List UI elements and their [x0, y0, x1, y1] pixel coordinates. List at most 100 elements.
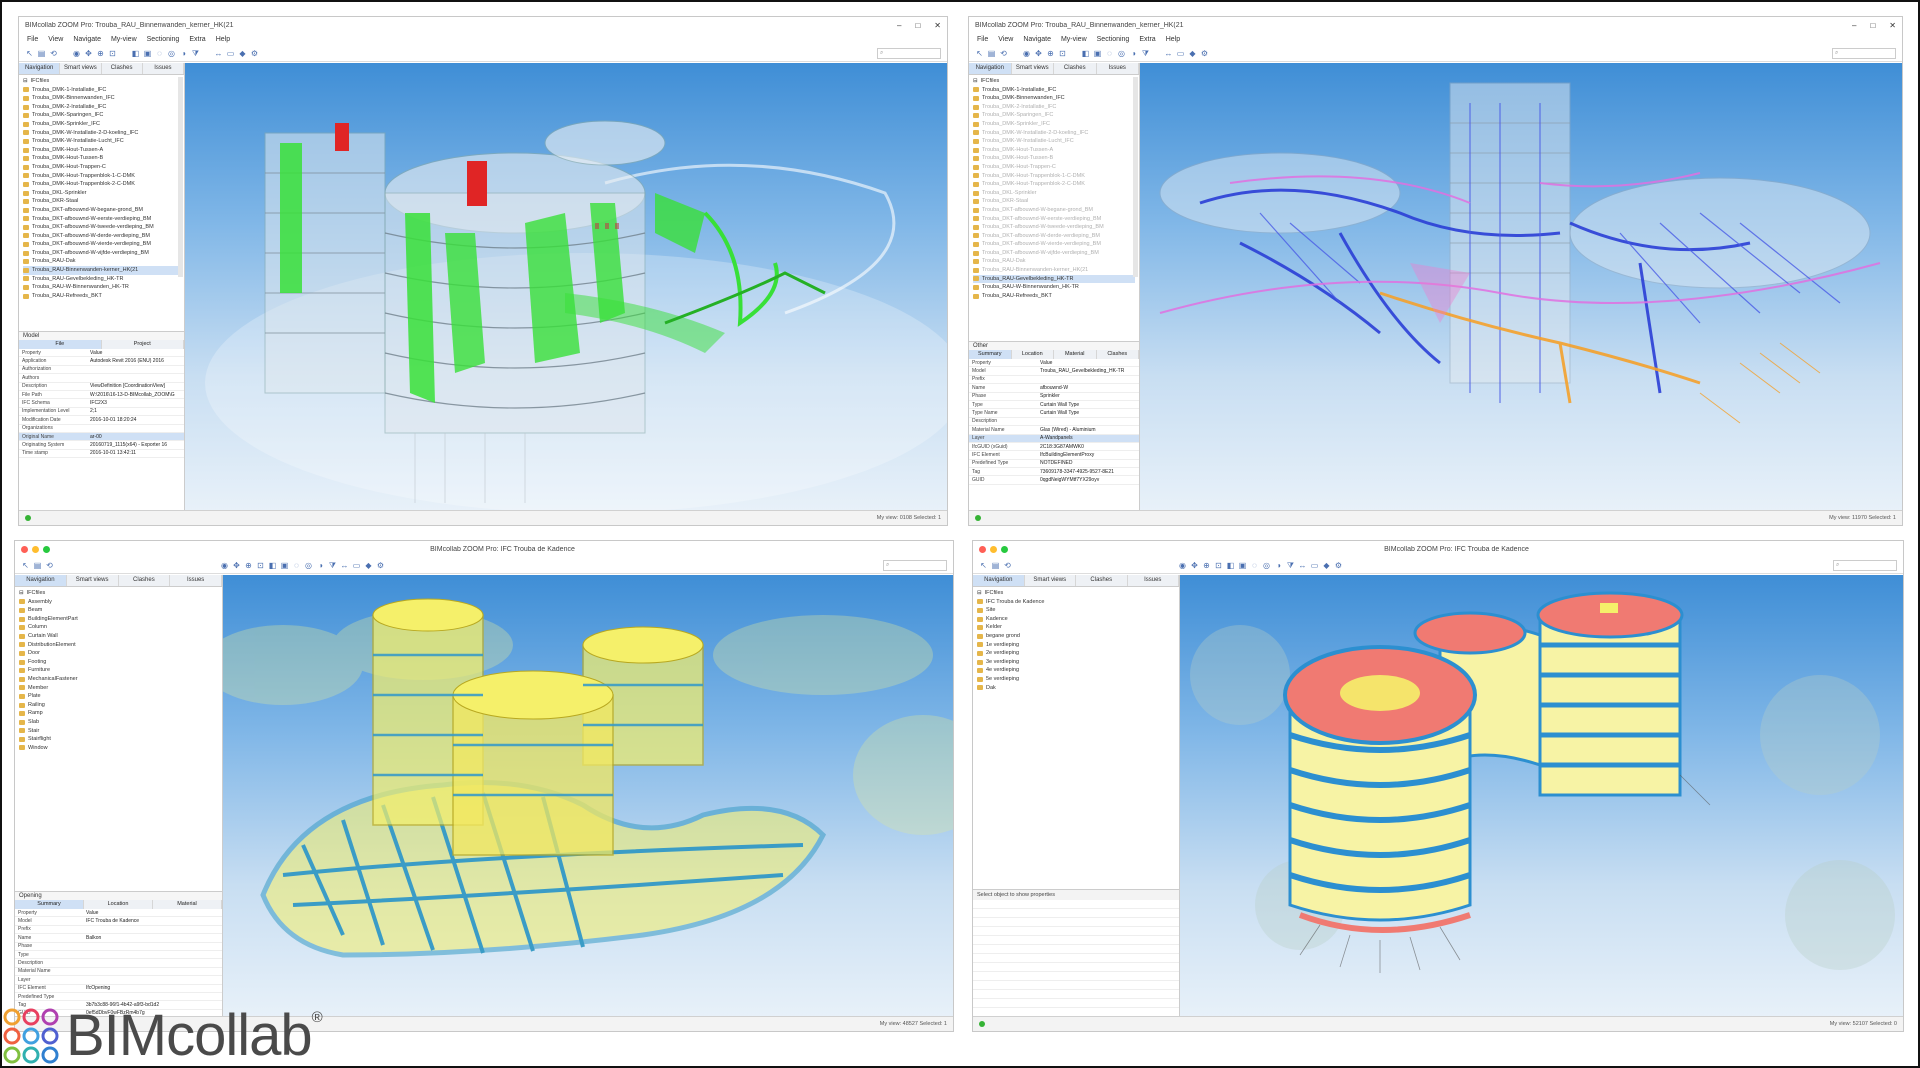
tree-item[interactable]: DistributionElement [19, 641, 218, 650]
tree-item[interactable]: Trouba_DKT-afbouwnd-W-tweede-verdieping_… [23, 223, 180, 232]
render-icon[interactable]: ◆ [1188, 49, 1197, 58]
property-row[interactable]: Organizations [19, 424, 184, 433]
tree-item[interactable]: Trouba_DMK-Hout-Tussen-B [23, 154, 180, 163]
tree-item[interactable]: Dak [977, 684, 1175, 693]
camera-icon[interactable]: ▭ [352, 561, 361, 570]
isolate-icon[interactable]: ◎ [304, 561, 313, 570]
tree-item[interactable]: IFC Trouba de Kadence [977, 598, 1175, 607]
3d-viewport[interactable] [1180, 575, 1903, 1019]
maximize-icon[interactable]: □ [915, 21, 920, 30]
fit-icon[interactable]: ⊡ [108, 49, 117, 58]
tree-item[interactable]: Kelder [977, 623, 1175, 632]
tab-navigation[interactable]: Navigation [973, 575, 1025, 586]
tree-item[interactable]: Trouba_DMK-W-Installatie-Lucht_IFC [23, 137, 180, 146]
property-row[interactable]: Material Name Glas (Wired) - Aluminium [969, 425, 1139, 435]
tree-item[interactable]: Trouba_RAU-Refreeds_BKT [23, 292, 180, 301]
tree-item[interactable]: MechanicalFastener [19, 675, 218, 684]
zoom-icon[interactable]: ⊕ [96, 49, 105, 58]
menu-sectioning[interactable]: Sectioning [1097, 36, 1130, 43]
isolate-icon[interactable]: ◎ [1262, 561, 1271, 570]
open-icon[interactable]: ▤ [991, 561, 1000, 570]
zoom-icon[interactable]: ⊕ [1046, 49, 1055, 58]
3d-viewport[interactable] [223, 575, 953, 1019]
orbit-icon[interactable]: ◉ [1178, 561, 1187, 570]
tree-item[interactable]: Trouba_RAU-Gevelbekleding_HK-TR [973, 274, 1135, 284]
settings-icon[interactable]: ⚙ [376, 561, 385, 570]
property-row[interactable]: Predefined Type NOTDEFINED [969, 459, 1139, 469]
tab-navigation[interactable]: Navigation [15, 575, 67, 586]
property-row[interactable]: IFC Schema IFC2X3 [19, 398, 184, 408]
tree-item[interactable]: begane grond [977, 632, 1175, 641]
tab-navigation[interactable]: Navigation [969, 63, 1012, 74]
tree-item[interactable]: Trouba_RAU-W-Binnenwanden_HK-TR [23, 283, 180, 292]
fit-icon[interactable]: ⊡ [1214, 561, 1223, 570]
tree-item[interactable]: Beam [19, 606, 218, 615]
tree-item[interactable]: Footing [19, 658, 218, 667]
property-row[interactable]: Description [969, 417, 1139, 427]
tree-item[interactable]: Trouba_RAU-Dak [973, 257, 1135, 266]
menu-file[interactable]: File [27, 36, 38, 43]
tree-item[interactable]: Trouba_DMK-W-Installatie-2-D-koeling_IFC [23, 129, 180, 138]
settings-icon[interactable]: ⚙ [1334, 561, 1343, 570]
close-icon[interactable]: ✕ [934, 21, 941, 30]
tab-issues[interactable]: Issues [1127, 575, 1179, 586]
tree-item[interactable]: Trouba_DKT-afbouwnd-W-tweede-verdieping_… [973, 223, 1135, 232]
box-icon[interactable]: ▣ [143, 49, 152, 58]
tree-item[interactable]: Railing [19, 701, 218, 710]
tree-item[interactable]: Trouba_DMK-Hout-Tussen-A [973, 146, 1135, 155]
tab-clashes[interactable]: Clashes [118, 575, 171, 586]
props-tab-file[interactable]: File [19, 340, 102, 349]
section-icon[interactable]: ◧ [131, 49, 140, 58]
filter-icon[interactable]: ⧩ [191, 49, 200, 58]
menu-view[interactable]: View [998, 36, 1013, 43]
tree-item[interactable]: Trouba_RAU-Refreeds_BKT [973, 292, 1135, 301]
property-row[interactable]: Material Name [15, 967, 222, 977]
pan-icon[interactable]: ✥ [84, 49, 93, 58]
tab-issues[interactable]: Issues [142, 63, 184, 74]
property-row[interactable]: Prefix [969, 375, 1139, 385]
tree-item[interactable]: Trouba_DMK-1-Installatie_IFC [973, 86, 1135, 95]
property-row[interactable]: Authors [19, 373, 184, 383]
render-icon[interactable]: ◆ [238, 49, 247, 58]
tree-item[interactable]: Trouba_DKT-afbouwnd-W-eerste-verdieping_… [973, 215, 1135, 224]
pan-icon[interactable]: ✥ [1190, 561, 1199, 570]
menu-my-view[interactable]: My-view [1061, 36, 1087, 43]
menu-help[interactable]: Help [216, 36, 230, 43]
tree-item[interactable]: Trouba_RAU-Binnenwanden-kerner_HK(21 [973, 266, 1135, 275]
tree-item[interactable]: 2e verdieping [977, 649, 1175, 658]
tree-item[interactable]: Trouba_DMK-Binnenwanden_IFC [973, 94, 1135, 103]
tree-item[interactable]: Furniture [19, 666, 218, 675]
minimize-icon[interactable] [32, 545, 39, 553]
property-row[interactable]: Type [15, 950, 222, 960]
tree-item[interactable]: Trouba_DKT-afbouwnd-W-vijfde-verdieping_… [973, 249, 1135, 258]
settings-icon[interactable]: ⚙ [1200, 49, 1209, 58]
filter-icon[interactable]: ⧩ [1141, 49, 1150, 58]
property-row[interactable]: Name afbouwnd-W [969, 383, 1139, 393]
tree-item[interactable]: Trouba_DMK-Hout-Trappenblok-2-C-DMK [973, 180, 1135, 189]
minimize-icon[interactable]: – [1852, 21, 1856, 30]
maximize-icon[interactable]: □ [1870, 21, 1875, 30]
property-row[interactable]: Layer [15, 975, 222, 985]
property-row[interactable]: Predefined Type [15, 992, 222, 1002]
select-tool-icon[interactable]: ↖ [21, 561, 30, 570]
tab-smart-views[interactable]: Smart views [1011, 63, 1054, 74]
tree-item[interactable]: Trouba_DKR-Staal [973, 197, 1135, 206]
walk-icon[interactable]: ⟲ [49, 49, 58, 58]
tab-clashes[interactable]: Clashes [1076, 575, 1128, 586]
tree-item[interactable]: Kadence [977, 615, 1175, 624]
tree-item[interactable]: Trouba_DMK-Sprinkler_IFC [973, 120, 1135, 129]
tab-clashes[interactable]: Clashes [101, 63, 143, 74]
orbit-icon[interactable]: ◉ [1022, 49, 1031, 58]
props-tab-clashes[interactable]: Clashes [1096, 350, 1139, 359]
property-row[interactable]: Description ViewDefinition [CoordinationV… [19, 382, 184, 391]
tree-item[interactable]: Site [977, 606, 1175, 615]
box-icon[interactable]: ▣ [1093, 49, 1102, 58]
tree-item[interactable]: Trouba_RAU-Binnenwanden-kerner_HK(21 [23, 266, 180, 275]
maximize-icon[interactable] [1001, 545, 1008, 553]
tree-item[interactable]: 1e verdieping [977, 641, 1175, 650]
tree-item[interactable]: Curtain Wall [19, 632, 218, 641]
tree-item[interactable]: Trouba_DMK-W-Installatie-2-D-koeling_IFC [973, 129, 1135, 138]
isolate-icon[interactable]: ◎ [1117, 49, 1126, 58]
menu-navigate[interactable]: Navigate [1023, 36, 1051, 43]
property-row[interactable]: Type Name Curtain Wall Type [969, 408, 1139, 418]
